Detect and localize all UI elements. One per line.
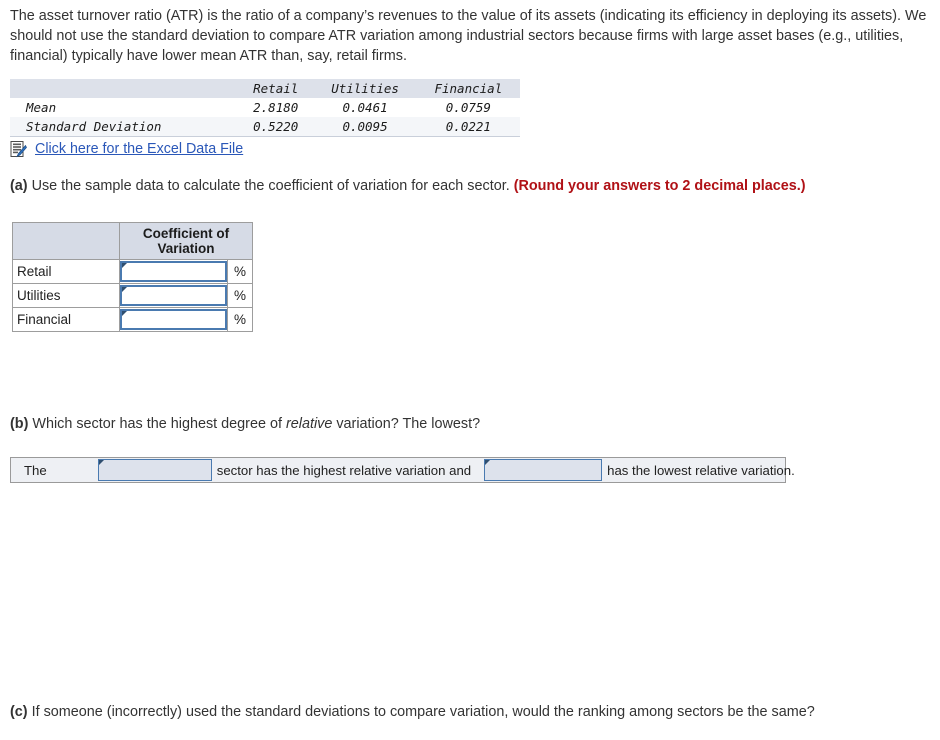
statistics-cell-stdev-financial: 0.0221: [445, 119, 491, 134]
dropdown-lowest-variation-sector[interactable]: [484, 459, 603, 481]
cov-input-cell-retail: [119, 259, 228, 284]
statistics-table: Retail Utilities Financial Mean 2.8180 0…: [10, 79, 520, 137]
cov-blank-header: [12, 222, 120, 260]
cov-table-head: Coefficient of Variation: [12, 222, 253, 260]
table-row: Standard Deviation 0.5220 0.0095 0.0221: [10, 117, 520, 137]
statistics-corner-header: [10, 79, 238, 98]
coefficient-of-variation-table: Coefficient of Variation Retail % Utilit…: [12, 222, 253, 332]
part-b-italic-word: relative: [285, 416, 333, 432]
part-c-tag: (c): [10, 704, 28, 720]
table-row: Mean 2.8180 0.0461 0.0759: [10, 98, 520, 117]
cov-input-financial[interactable]: [120, 309, 227, 330]
part-a-question: (a) Use the sample data to calculate the…: [10, 176, 806, 196]
table-row: Retail %: [12, 259, 253, 284]
cov-input-retail[interactable]: [120, 261, 227, 282]
part-c-text: If someone (incorrectly) used the standa…: [31, 704, 815, 720]
part-a-rounding-hint: (Round your answers to 2 decimal places.…: [513, 178, 806, 194]
excel-document-icon: [10, 140, 27, 158]
statistics-column-header-utilities: Utilities: [331, 81, 399, 96]
cov-row-label-retail: Retail: [12, 259, 120, 284]
statistics-table-body: Mean 2.8180 0.0461 0.0759 Standard Devia…: [10, 98, 520, 137]
cov-input-cell-utilities: [119, 283, 228, 308]
statistics-cell-stdev-retail: 0.5220: [253, 119, 299, 134]
statistics-row-label-stdev: Standard Deviation: [26, 119, 162, 134]
table-row: Financial %: [12, 307, 253, 332]
statistics-cell-stdev-utilities: 0.0095: [342, 119, 388, 134]
part-b-text-before: Which sector has the highest degree of: [32, 416, 286, 432]
cov-input-utilities[interactable]: [120, 285, 227, 306]
part-c-question: (c) If someone (incorrectly) used the st…: [10, 702, 815, 722]
part-b-answer-sentence: The sector has the highest relative vari…: [10, 457, 795, 483]
statistics-table-head: Retail Utilities Financial: [10, 79, 520, 98]
part-a-tag: (a): [10, 178, 28, 194]
cov-percent-financial: %: [227, 307, 253, 332]
cov-row-label-utilities: Utilities: [12, 283, 120, 308]
part-b-question: (b) Which sector has the highest degree …: [10, 414, 480, 434]
dropdown-highest-variation-sector[interactable]: [97, 459, 212, 481]
cov-input-cell-financial: [119, 307, 228, 332]
statistics-column-header-retail: Retail: [253, 81, 299, 96]
intro-paragraph: The asset turnover ratio (ATR) is the ra…: [10, 8, 927, 64]
excel-data-file-link[interactable]: Click here for the Excel Data File: [35, 141, 243, 157]
cov-table-body: Retail % Utilities % Financial %: [12, 259, 253, 332]
statistics-row-label-mean: Mean: [26, 100, 57, 115]
sentence-middle-text: sector has the highest relative variatio…: [216, 462, 472, 478]
cov-percent-utilities: %: [227, 283, 253, 308]
statistics-column-header-financial: Financial: [434, 81, 503, 96]
cov-row-label-financial: Financial: [12, 307, 120, 332]
cov-percent-retail: %: [227, 259, 253, 284]
part-a-text: Use the sample data to calculate the coe…: [31, 178, 510, 194]
sentence-lead-text: The: [24, 462, 47, 478]
part-b-tag: (b): [10, 416, 29, 432]
statistics-cell-mean-utilities: 0.0461: [342, 100, 388, 115]
sentence-tail-text: has the lowest relative variation.: [607, 462, 795, 478]
excel-data-file-row[interactable]: Click here for the Excel Data File: [10, 139, 243, 159]
statistics-header-row: Retail Utilities Financial: [10, 79, 520, 98]
table-row: Utilities %: [12, 283, 253, 308]
statistics-cell-mean-financial: 0.0759: [445, 100, 491, 115]
statistics-cell-mean-retail: 2.8180: [253, 100, 299, 115]
cov-value-header: Coefficient of Variation: [119, 222, 253, 260]
part-b-text-after: variation? The lowest?: [332, 416, 481, 432]
cov-header-row: Coefficient of Variation: [12, 222, 253, 260]
